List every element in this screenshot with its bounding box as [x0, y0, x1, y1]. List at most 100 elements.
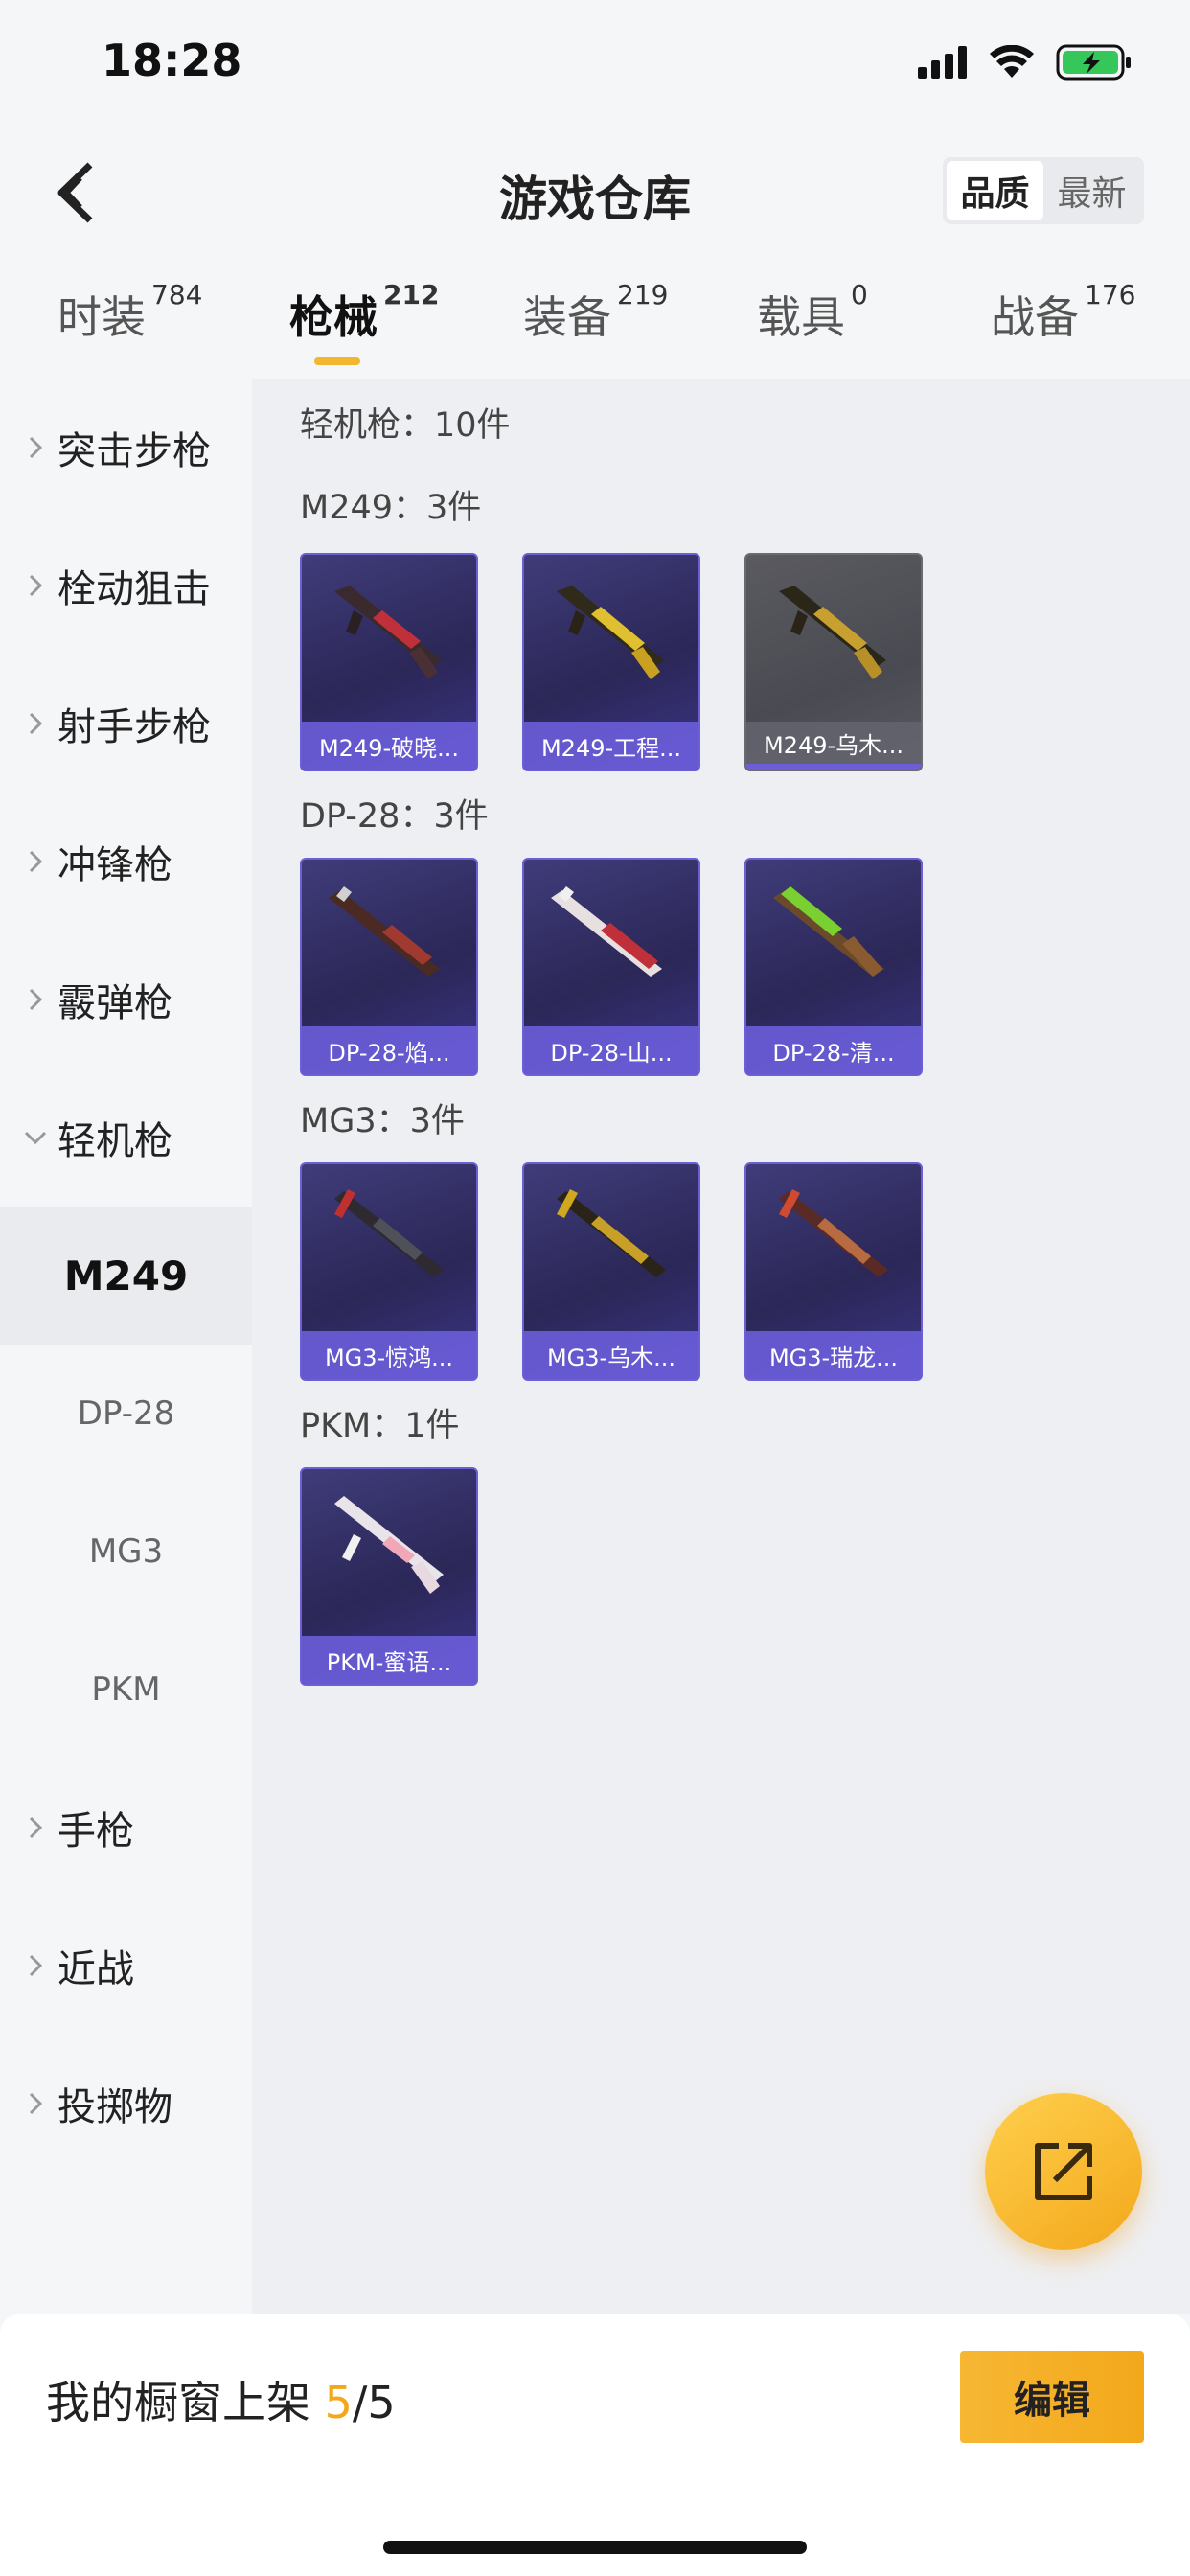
sidebar-item-label: 投掷物	[57, 2085, 172, 2129]
home-indicator	[383, 2541, 807, 2554]
shelf-current-count: 5	[324, 2377, 353, 2428]
tab-label: 战备	[991, 291, 1079, 343]
tab-label: 枪械	[289, 291, 378, 343]
status-icons	[918, 44, 1133, 80]
shelf-status: 我的橱窗上架 5/5	[46, 2368, 396, 2431]
sidebar-item-label: 突击步枪	[57, 429, 211, 473]
sidebar-item-label: 霰弹枪	[57, 981, 172, 1025]
item-card[interactable]: DP-28-焰...	[300, 858, 478, 1076]
tab-count: 212	[383, 279, 440, 310]
chevron-down-icon	[24, 1131, 47, 1144]
sort-quality-button[interactable]: 品质	[947, 161, 1043, 220]
item-name: M249-乌木...	[746, 722, 921, 770]
item-card[interactable]: MG3-瑞龙...	[744, 1162, 923, 1381]
item-card[interactable]: M249-破晓...	[300, 553, 478, 771]
gun-image	[557, 1189, 666, 1277]
category-tabs: 时装 784 枪械 212 装备 219 载具 0 战备 176	[0, 273, 1190, 379]
battery-icon	[1056, 44, 1131, 80]
status-time: 18:28	[102, 34, 242, 86]
item-card[interactable]: M249-乌木...	[744, 553, 923, 771]
group-title-m249: M249：3件	[300, 489, 482, 527]
chevron-right-icon	[29, 2092, 42, 2115]
item-name: PKM-蜜语...	[302, 1636, 476, 1684]
group-title-mg3: MG3：3件	[300, 1102, 465, 1140]
sidebar-item-label: 射手步枪	[57, 705, 211, 749]
sidebar-item-label: 轻机枪	[57, 1119, 172, 1163]
active-tab-indicator	[314, 357, 360, 365]
signal-icon	[918, 46, 967, 79]
gun-image	[557, 586, 664, 679]
gun-image	[334, 1496, 444, 1594]
sidebar-sub-pkm[interactable]: PKM	[0, 1621, 252, 1759]
lmg-summary: 轻机枪：10件	[300, 406, 511, 445]
item-name: DP-28-焰...	[302, 1026, 476, 1074]
sidebar-item-label: 冲锋枪	[57, 843, 172, 887]
tab-count: 0	[851, 279, 868, 310]
sidebar-item-pistol[interactable]: 手枪	[0, 1759, 252, 1897]
item-name: DP-28-清...	[746, 1026, 921, 1074]
tab-vehicles[interactable]: 载具 0	[757, 279, 868, 346]
item-name: M249-工程...	[524, 722, 698, 770]
item-card[interactable]: DP-28-清...	[744, 858, 923, 1076]
tab-fashion[interactable]: 时装 784	[57, 279, 202, 346]
sidebar-item-throwable[interactable]: 投掷物	[0, 2035, 252, 2173]
gun-image	[551, 886, 662, 977]
sidebar-item-label: 栓动狙击	[57, 567, 211, 611]
item-name: MG3-瑞龙...	[746, 1331, 921, 1379]
share-export-icon	[1035, 2143, 1092, 2200]
item-name: MG3-惊鸿...	[302, 1331, 476, 1379]
item-name: DP-28-山...	[524, 1026, 698, 1074]
share-fab-button[interactable]	[985, 2093, 1142, 2250]
item-card[interactable]: MG3-惊鸿...	[300, 1162, 478, 1381]
status-bar: 18:28	[0, 0, 1190, 134]
gun-image	[334, 586, 442, 679]
sort-toggle: 品质 最新	[943, 157, 1144, 224]
sidebar-item-label: 手枪	[57, 1809, 134, 1853]
tab-count: 219	[617, 279, 669, 310]
sidebar-item-label: 近战	[57, 1947, 134, 1991]
chevron-right-icon	[29, 1954, 42, 1977]
chevron-right-icon	[29, 988, 42, 1011]
sort-newest-button[interactable]: 最新	[1043, 161, 1140, 220]
tab-equipment[interactable]: 装备 219	[523, 279, 668, 346]
gun-image	[334, 1189, 444, 1277]
item-name: M249-破晓...	[302, 722, 476, 770]
tab-guns[interactable]: 枪械 212	[289, 279, 439, 346]
tab-label: 装备	[523, 291, 611, 343]
chevron-right-icon	[29, 574, 42, 597]
item-card[interactable]: MG3-乌木...	[522, 1162, 700, 1381]
gun-image	[779, 586, 886, 679]
chevron-right-icon	[29, 1816, 42, 1839]
item-grid-panel: 轻机枪：10件 M249：3件 M249-破晓... M249-工程... M2…	[252, 379, 1190, 2314]
gun-image	[773, 886, 884, 977]
chevron-right-icon	[29, 436, 42, 459]
edit-button[interactable]: 编辑	[960, 2351, 1144, 2443]
sidebar-item-assault-rifle[interactable]: 突击步枪	[0, 379, 252, 517]
group-title-dp28: DP-28：3件	[300, 797, 489, 836]
sidebar-item-shotgun[interactable]: 霰弹枪	[0, 931, 252, 1069]
sidebar: 突击步枪 栓动狙击 射手步枪 冲锋枪 霰弹枪 轻机枪 M249 DP-28 MG…	[0, 379, 252, 2314]
chevron-right-icon	[29, 850, 42, 873]
tab-count: 784	[151, 279, 203, 310]
item-card[interactable]: PKM-蜜语...	[300, 1467, 478, 1686]
gun-image	[779, 1189, 888, 1277]
sidebar-item-bolt-sniper[interactable]: 栓动狙击	[0, 517, 252, 655]
shelf-prefix: 我的橱窗上架	[46, 2377, 325, 2428]
gun-image	[329, 886, 440, 977]
sidebar-item-smg[interactable]: 冲锋枪	[0, 793, 252, 931]
tab-label: 时装	[57, 291, 146, 343]
tab-label: 载具	[757, 291, 845, 343]
item-card[interactable]: M249-工程...	[522, 553, 700, 771]
chevron-right-icon	[29, 712, 42, 735]
sidebar-item-melee[interactable]: 近战	[0, 1897, 252, 2035]
item-card[interactable]: DP-28-山...	[522, 858, 700, 1076]
item-name: MG3-乌木...	[524, 1331, 698, 1379]
wifi-icon	[990, 45, 1034, 78]
tab-count: 176	[1085, 279, 1136, 310]
tab-supplies[interactable]: 战备 176	[991, 279, 1135, 346]
sidebar-sub-m249[interactable]: M249	[0, 1207, 252, 1345]
sidebar-sub-mg3[interactable]: MG3	[0, 1483, 252, 1621]
sidebar-item-lmg[interactable]: 轻机枪	[0, 1069, 252, 1207]
sidebar-item-marksman-rifle[interactable]: 射手步枪	[0, 655, 252, 793]
sidebar-sub-dp28[interactable]: DP-28	[0, 1345, 252, 1483]
